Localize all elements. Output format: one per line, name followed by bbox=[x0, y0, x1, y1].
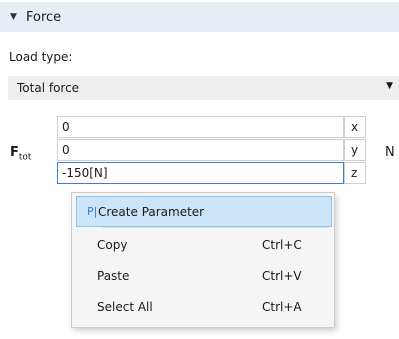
force-y-input[interactable]: 0 bbox=[57, 139, 344, 161]
load-type-value: Total force bbox=[17, 81, 80, 95]
section-title: Force bbox=[26, 9, 62, 25]
menu-item-shortcut: Ctrl+A bbox=[262, 299, 302, 314]
chevron-down-icon[interactable]: ▼ bbox=[10, 12, 26, 22]
force-symbol-subscript: tot bbox=[18, 152, 32, 163]
force-unit: N bbox=[385, 145, 395, 160]
force-symbol-letter: F bbox=[10, 145, 19, 160]
menu-item-copy[interactable]: Copy Ctrl+C bbox=[76, 229, 332, 260]
force-x-input[interactable]: 0 bbox=[57, 116, 344, 138]
force-symbol: Ftot bbox=[10, 145, 31, 163]
menu-item-shortcut: Ctrl+C bbox=[262, 237, 302, 252]
axis-label-x: x bbox=[344, 116, 366, 138]
menu-item-label: Create Parameter bbox=[98, 204, 205, 219]
section-header-force[interactable]: ▼ Force bbox=[0, 2, 399, 32]
menu-item-paste[interactable]: Paste Ctrl+V bbox=[76, 260, 332, 291]
axis-label-z: z bbox=[344, 162, 366, 184]
menu-item-label: Select All bbox=[97, 299, 153, 314]
force-z-input[interactable]: -150[N] bbox=[57, 162, 344, 184]
menu-item-select-all[interactable]: Select All Ctrl+A bbox=[76, 291, 332, 322]
context-menu: P| Create Parameter Copy Ctrl+C Paste Ct… bbox=[71, 192, 335, 328]
menu-item-shortcut: Ctrl+V bbox=[262, 268, 302, 283]
menu-separator bbox=[102, 227, 330, 228]
load-type-select[interactable]: Total force ▼ bbox=[8, 76, 399, 100]
chevron-down-icon: ▼ bbox=[386, 81, 393, 91]
load-type-label: Load type: bbox=[9, 50, 73, 64]
menu-item-label: Paste bbox=[97, 268, 130, 283]
menu-item-create-parameter[interactable]: P| Create Parameter bbox=[76, 196, 332, 227]
axis-label-y: y bbox=[344, 139, 366, 161]
menu-item-label: Copy bbox=[97, 237, 128, 252]
